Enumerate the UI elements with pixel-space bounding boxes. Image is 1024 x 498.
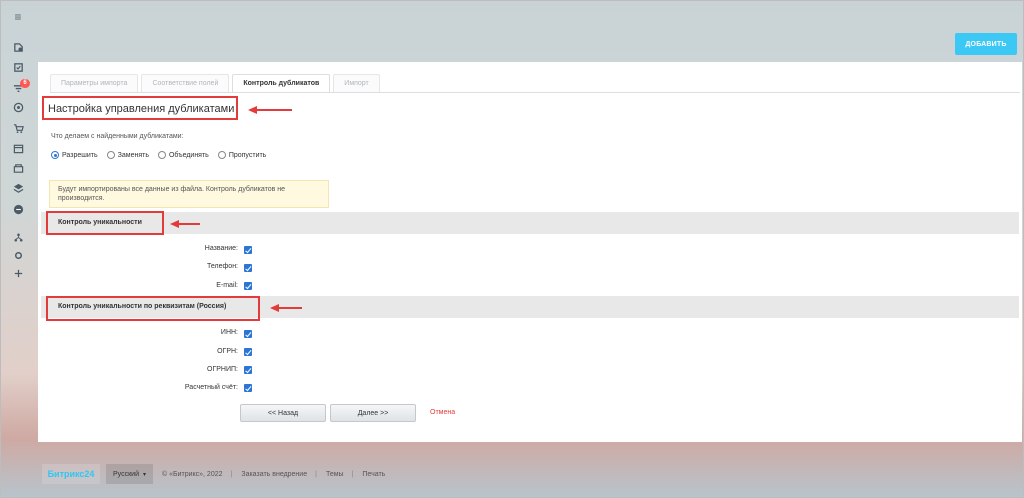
duplicate-action-question: Что делаем с найденными дубликатами: [51,133,184,140]
calendar-icon[interactable] [12,142,24,154]
field-label-account: Расчетный счёт: [184,384,238,391]
tasks-icon[interactable] [12,61,24,73]
tab-duplicate-control[interactable]: Контроль дубликатов [232,74,331,93]
radio-skip[interactable]: Пропустить [217,151,267,159]
copyright: © «Битрикс», 2022 [162,470,223,478]
separator: | [351,470,354,478]
footer-link-print[interactable]: Печать [362,471,385,478]
chevron-down-icon: ▾ [142,471,146,478]
language-select[interactable]: Русский ▾ [106,464,153,484]
checkbox-inn[interactable] [244,330,252,338]
annotation-arrow-title [248,105,292,115]
annotation-box-uniqueness [46,211,164,235]
field-label-name: Название: [204,245,238,252]
field-label-email: E-mail: [216,282,238,289]
tab-divider [50,92,1020,93]
tab-import-params[interactable]: Параметры импорта [50,74,139,93]
notification-badge: 6 [20,79,30,88]
activity-icon[interactable] [12,41,24,53]
settings-icon[interactable] [12,249,24,261]
tab-field-mapping[interactable]: Соответствие полей [141,74,230,93]
import-card: Параметры импорта Соответствие полей Кон… [38,62,1022,442]
checkbox-account[interactable] [244,384,252,392]
radio-button[interactable] [157,151,166,159]
footer: Битрикс 24 Русский ▾ © «Битрикс», 2022 | З… [42,464,385,484]
logo-number: 24 [84,469,95,479]
radio-button[interactable] [51,151,59,159]
tab-import[interactable]: Импорт [333,74,380,93]
radio-replace[interactable]: Заменять [106,151,149,159]
target-icon[interactable] [12,101,24,113]
radio-label: Разрешить [62,151,98,159]
duplicate-action-radio-group: Разрешить Заменять Объединять Пропустить [51,151,275,159]
radio-label: Объединять [168,151,209,159]
chat-icon[interactable] [12,203,24,215]
store-icon[interactable] [12,162,24,174]
bitrix24-logo[interactable]: Битрикс 24 [42,464,100,484]
sitemap-icon[interactable] [12,231,24,243]
radio-button[interactable] [106,151,115,159]
plus-icon[interactable] [12,267,24,279]
radio-label: Заменять [117,151,149,159]
separator: | [315,470,317,478]
add-button[interactable]: ДОБАВИТЬ [955,33,1017,55]
field-label-phone: Телефон: [207,263,238,270]
next-button[interactable]: Далее >> [330,404,416,422]
radio-allow[interactable]: Разрешить [51,151,98,159]
cancel-link[interactable]: Отмена [430,409,455,416]
annotation-arrow-requisites [270,303,302,313]
separator: | [230,470,233,478]
layers-icon[interactable] [12,182,24,194]
checkbox-ogrnip[interactable] [244,366,252,374]
radio-label: Пропустить [228,151,267,159]
footer-link-order[interactable]: Заказать внедрение [241,471,307,478]
cart-icon[interactable] [12,122,24,134]
field-label-ogrnip: ОГРНИП: [207,366,238,373]
checkbox-email[interactable] [244,282,252,290]
field-label-ogrn: ОГРН: [217,348,238,355]
notice-message: Будут импортированы все данные из файла.… [49,180,329,208]
left-sidebar: ≡ 6 [0,0,36,498]
language-label: Русский [113,470,139,478]
checkbox-phone[interactable] [244,264,252,272]
checkbox-name[interactable] [244,246,252,254]
back-button[interactable]: << Назад [240,404,326,422]
radio-button[interactable] [217,151,226,159]
annotation-box-title [42,96,238,120]
logo-text: Битрикс [47,469,85,479]
checkbox-ogrn[interactable] [244,348,252,356]
tab-bar: Параметры импорта Соответствие полей Кон… [50,74,383,93]
annotation-box-requisites [46,296,260,321]
footer-link-themes[interactable]: Темы [326,471,344,478]
annotation-arrow-uniqueness [170,219,200,229]
radio-merge[interactable]: Объединять [157,151,209,159]
menu-icon[interactable]: ≡ [12,11,24,23]
field-label-inn: ИНН: [220,329,238,336]
